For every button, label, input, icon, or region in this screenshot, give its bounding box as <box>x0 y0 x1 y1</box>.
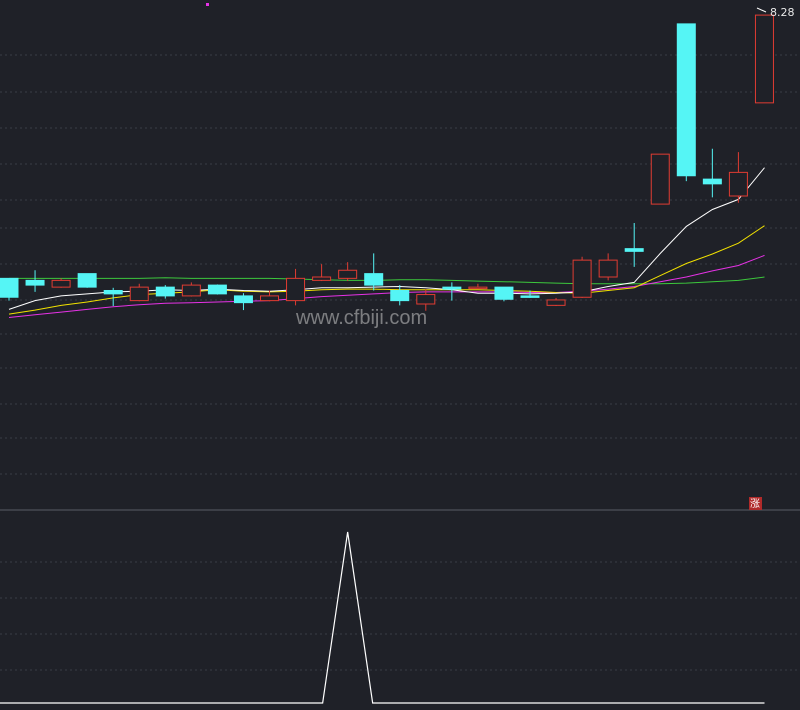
candle-body <box>546 299 566 306</box>
candle-body <box>260 295 279 302</box>
candle-down <box>494 286 514 302</box>
candle-body <box>416 294 436 305</box>
candle-body <box>572 259 592 298</box>
candle-body <box>181 284 201 297</box>
candle-down <box>77 273 97 288</box>
candle-body <box>312 276 332 281</box>
candle-body <box>155 286 175 297</box>
candle-body <box>598 259 618 278</box>
candle-up <box>754 14 774 104</box>
candle-body <box>233 295 253 304</box>
candle-body <box>0 277 19 298</box>
candle-body <box>442 286 462 290</box>
high-price-label: 8.28 <box>770 6 795 19</box>
candle-body <box>103 290 123 295</box>
candle-body <box>728 171 748 197</box>
candle-body <box>624 248 644 252</box>
candle-body <box>25 279 45 286</box>
candle-body <box>702 178 722 185</box>
candle-body <box>51 279 71 288</box>
candle-down <box>207 284 227 295</box>
candle-up <box>572 256 592 298</box>
limit-up-badge-label: 涨 <box>750 498 760 510</box>
candle-down <box>0 277 19 301</box>
candle-body <box>676 23 696 177</box>
watermark-text: www.cfbiji.com <box>295 307 427 329</box>
candle-body <box>338 269 358 279</box>
candle-body <box>520 295 540 298</box>
candle-body <box>364 273 384 286</box>
candle-body <box>207 284 227 295</box>
candle-body <box>754 14 774 104</box>
candle-body <box>129 286 149 302</box>
top-marker-dot <box>206 3 209 6</box>
candle-body <box>77 273 97 288</box>
candle-body <box>390 290 410 302</box>
candle-body <box>494 286 514 300</box>
candle-body <box>468 286 488 290</box>
candle-body <box>286 277 306 302</box>
kline-chart: www.cfbiji.com 8.28 涨 <box>0 0 800 710</box>
candle-down <box>676 23 696 182</box>
candle-up <box>650 153 670 205</box>
candle-body <box>650 153 670 205</box>
limit-up-badge: 涨 <box>749 497 762 510</box>
